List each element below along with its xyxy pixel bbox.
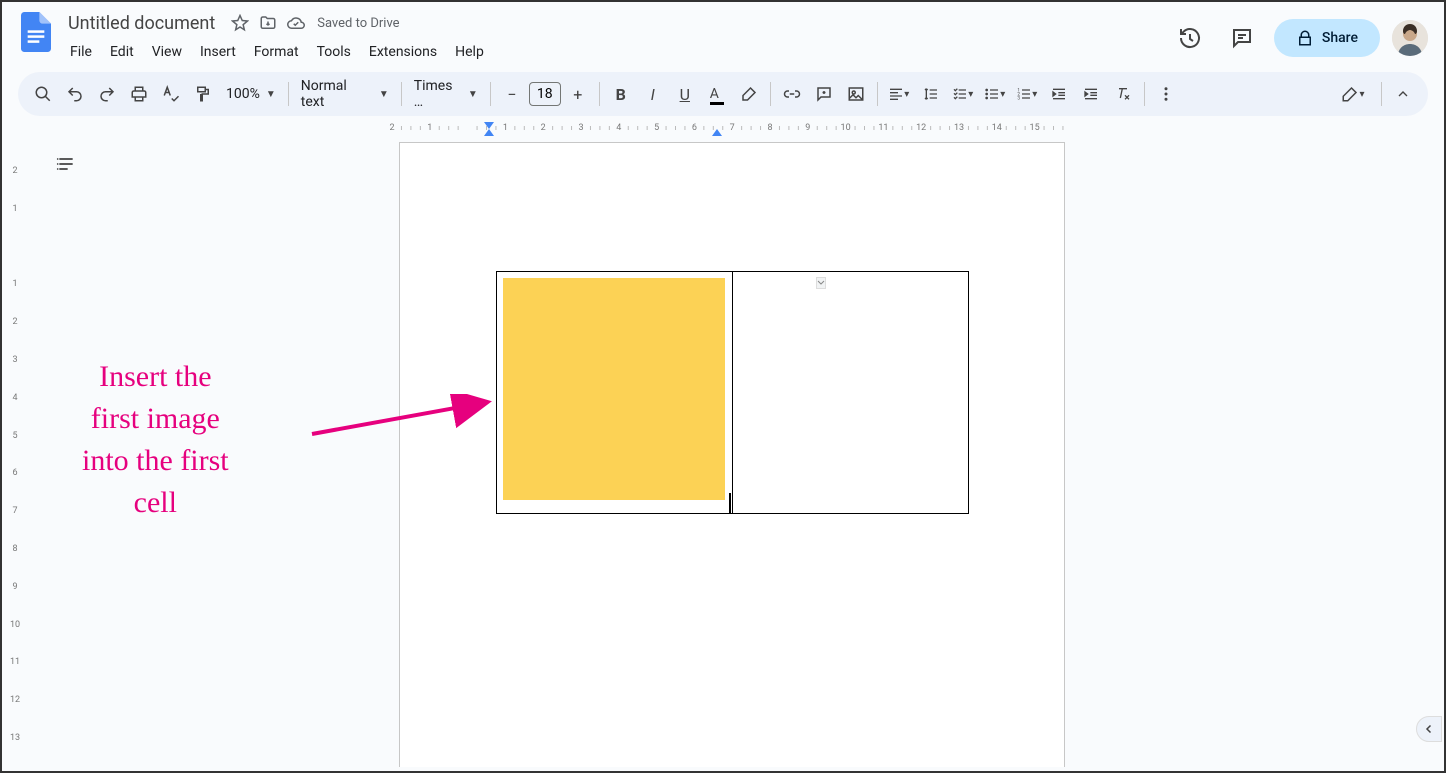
menu-view[interactable]: View: [144, 40, 190, 64]
header-main: Untitled document Saved to Drive File Ed…: [62, 8, 1170, 66]
page[interactable]: [399, 142, 1065, 767]
separator: [599, 82, 600, 106]
more-toolbar-icon[interactable]: [1151, 79, 1181, 109]
italic-button[interactable]: I: [638, 79, 668, 109]
table-cell-1[interactable]: [497, 272, 733, 514]
move-folder-icon[interactable]: [259, 14, 277, 32]
highlight-color-button[interactable]: [734, 79, 764, 109]
numbered-list-button[interactable]: 123▾: [1012, 79, 1042, 109]
separator: [1144, 82, 1145, 106]
chevron-down-icon: ▾: [904, 89, 909, 100]
saved-status-text: Saved to Drive: [317, 16, 399, 31]
text-cursor: [729, 493, 731, 513]
side-panel-toggle[interactable]: [1416, 716, 1442, 742]
share-label: Share: [1322, 30, 1358, 46]
decrease-indent-button[interactable]: [1044, 79, 1074, 109]
toolbar-container: 100%▼ Normal text▼ Times …▼ − 18 + B I U…: [2, 66, 1444, 116]
table-cell-2[interactable]: [733, 272, 969, 514]
increase-indent-button[interactable]: [1076, 79, 1106, 109]
table-row: [497, 272, 969, 514]
toolbar: 100%▼ Normal text▼ Times …▼ − 18 + B I U…: [18, 72, 1428, 116]
paint-format-icon[interactable]: [188, 79, 218, 109]
menu-format[interactable]: Format: [246, 40, 307, 64]
image-options-handle[interactable]: [816, 277, 826, 289]
chevron-down-icon: ▼: [379, 89, 389, 100]
chevron-down-icon: ▾: [1359, 89, 1364, 100]
star-icon[interactable]: [231, 14, 249, 32]
comments-icon[interactable]: [1222, 18, 1262, 58]
insert-image-button[interactable]: [841, 79, 871, 109]
separator: [770, 82, 771, 106]
document-title[interactable]: Untitled document: [62, 11, 221, 36]
undo-icon[interactable]: [60, 79, 90, 109]
add-comment-button[interactable]: [809, 79, 839, 109]
lock-icon: [1296, 29, 1314, 47]
menu-extensions[interactable]: Extensions: [361, 40, 445, 64]
chevron-down-icon: ▾: [968, 89, 973, 100]
collapse-toolbar-button[interactable]: [1388, 79, 1418, 109]
menu-bar: File Edit View Insert Format Tools Exten…: [62, 38, 1170, 66]
redo-icon[interactable]: [92, 79, 122, 109]
user-avatar[interactable]: [1392, 20, 1428, 56]
separator: [1381, 82, 1382, 106]
inserted-image[interactable]: [503, 278, 725, 500]
line-spacing-button[interactable]: [916, 79, 946, 109]
checklist-button[interactable]: ▾: [948, 79, 978, 109]
editing-mode-button[interactable]: ▾: [1331, 79, 1375, 109]
spellcheck-icon[interactable]: [156, 79, 186, 109]
decrease-font-size-button[interactable]: −: [497, 79, 527, 109]
text-color-button[interactable]: A: [702, 79, 732, 109]
print-icon[interactable]: [124, 79, 154, 109]
annotation-line: Insert the: [82, 356, 229, 398]
separator: [490, 82, 491, 106]
font-size-input[interactable]: 18: [529, 82, 561, 106]
annotation-line: first image: [82, 398, 229, 440]
title-row: Untitled document Saved to Drive: [62, 8, 1170, 38]
annotation-line: cell: [82, 482, 229, 524]
menu-tools[interactable]: Tools: [309, 40, 359, 64]
chevron-down-icon: ▾: [1000, 89, 1005, 100]
separator: [877, 82, 878, 106]
vertical-ruler[interactable]: 2112345678910111213: [6, 130, 24, 767]
menu-insert[interactable]: Insert: [192, 40, 244, 64]
increase-font-size-button[interactable]: +: [563, 79, 593, 109]
chevron-down-icon: ▼: [266, 89, 276, 100]
cloud-saved-icon[interactable]: [287, 14, 305, 32]
svg-text:3: 3: [1018, 95, 1021, 101]
separator: [401, 82, 402, 106]
menu-help[interactable]: Help: [447, 40, 492, 64]
clear-formatting-button[interactable]: [1108, 79, 1138, 109]
annotation-line: into the first: [82, 440, 229, 482]
history-icon[interactable]: [1170, 18, 1210, 58]
annotation-arrow: [310, 394, 510, 454]
document-table[interactable]: [496, 271, 969, 514]
zoom-select[interactable]: 100%▼: [220, 82, 282, 106]
document-canvas[interactable]: [24, 130, 1440, 767]
menu-file[interactable]: File: [62, 40, 100, 64]
bulleted-list-button[interactable]: ▾: [980, 79, 1010, 109]
align-button[interactable]: ▾: [884, 79, 914, 109]
underline-button[interactable]: U: [670, 79, 700, 109]
toolbar-right: ▾: [1331, 79, 1418, 109]
search-menus-icon[interactable]: [28, 79, 58, 109]
paragraph-style-select[interactable]: Normal text▼: [295, 74, 395, 114]
menu-edit[interactable]: Edit: [102, 40, 142, 64]
chevron-down-icon: ▼: [468, 89, 478, 100]
chevron-down-icon: ▾: [1032, 89, 1037, 100]
insert-link-button[interactable]: [777, 79, 807, 109]
font-select[interactable]: Times …▼: [408, 74, 484, 114]
header: Untitled document Saved to Drive File Ed…: [2, 2, 1444, 66]
header-right: Share: [1170, 8, 1428, 58]
bold-button[interactable]: B: [606, 79, 636, 109]
separator: [288, 82, 289, 106]
share-button[interactable]: Share: [1274, 19, 1380, 57]
docs-logo-icon[interactable]: [18, 8, 54, 56]
tutorial-annotation: Insert the first image into the first ce…: [82, 356, 229, 524]
